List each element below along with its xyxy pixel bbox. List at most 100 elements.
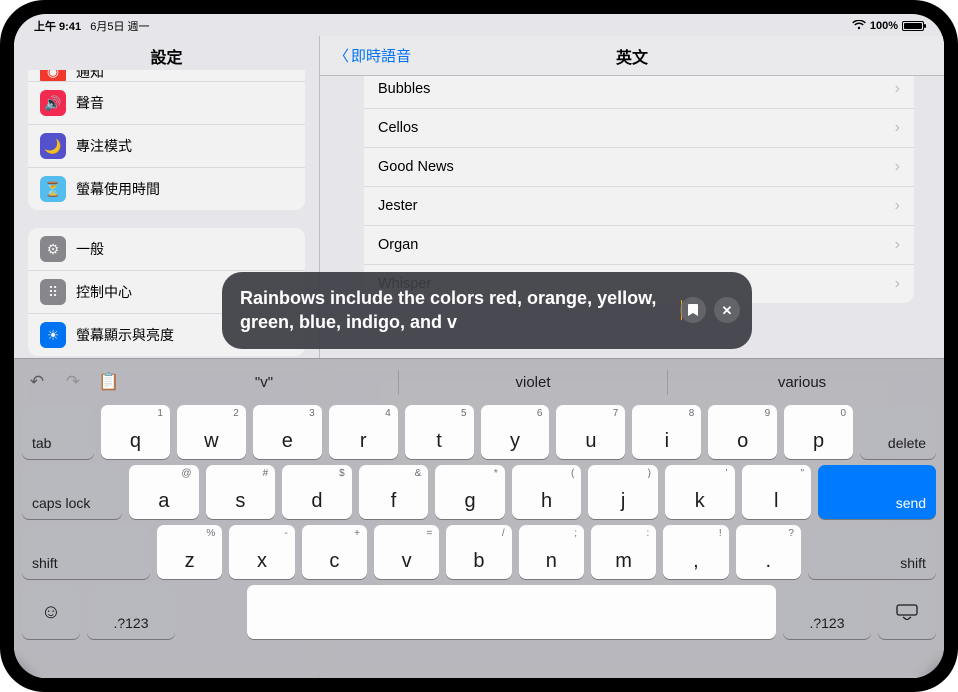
moon-icon: 🌙 [40, 133, 66, 159]
sidebar-item-label: 控制中心 [76, 282, 132, 302]
key-j[interactable]: )j [588, 465, 658, 519]
list-item[interactable]: Jester› [364, 187, 914, 226]
key-alt-label: * [494, 468, 498, 479]
key-b[interactable]: /b [446, 525, 511, 579]
key-n[interactable]: ;n [519, 525, 584, 579]
status-left: 上午 9:41 6月5日 週一 [34, 18, 150, 34]
wifi-icon [852, 20, 866, 33]
key-alt-label: 0 [841, 408, 847, 419]
key-alt-label: 9 [765, 408, 771, 419]
key-main-label: n [546, 550, 557, 573]
send-key[interactable]: send [818, 465, 936, 519]
sidebar-item-label: 螢幕顯示與亮度 [76, 325, 174, 345]
key-main-label: z [185, 550, 195, 573]
shift-key-right[interactable]: shift [808, 525, 936, 579]
hud-actions: ✕ [680, 297, 740, 323]
key-z[interactable]: %z [157, 525, 222, 579]
clipboard-button[interactable]: 📋 [94, 368, 124, 396]
key-main-label: a [158, 490, 169, 513]
key-s[interactable]: #s [206, 465, 276, 519]
key-l[interactable]: "l [742, 465, 812, 519]
key-i[interactable]: 8i [632, 405, 701, 459]
chevron-right-icon: › [895, 275, 900, 293]
suggestion[interactable]: violet [398, 370, 667, 395]
key-q[interactable]: 1q [101, 405, 170, 459]
sidebar-item-label: 聲音 [76, 93, 104, 113]
clear-button[interactable]: ✕ [714, 297, 740, 323]
sidebar-item-sound[interactable]: 🔊 聲音 [28, 82, 305, 125]
key-r[interactable]: 4r [329, 405, 398, 459]
list-item-label: Organ [378, 237, 418, 253]
key-,[interactable]: !, [663, 525, 728, 579]
key-g[interactable]: *g [435, 465, 505, 519]
key-.[interactable]: ?. [736, 525, 801, 579]
redo-button[interactable]: ↷ [58, 368, 88, 396]
key-y[interactable]: 6y [481, 405, 550, 459]
shift-key[interactable]: shift [22, 525, 150, 579]
key-u[interactable]: 7u [556, 405, 625, 459]
key-t[interactable]: 5t [405, 405, 474, 459]
list-item-label: Good News [378, 159, 454, 175]
key-alt-label: 4 [385, 408, 391, 419]
sidebar-item-label: 專注模式 [76, 136, 132, 156]
sidebar-item-general[interactable]: ⚙︎ 一般 [28, 228, 305, 271]
key-row-4: ☺ .?123 .?123 [22, 585, 936, 639]
dismiss-keyboard-key[interactable] [878, 585, 936, 639]
key-f[interactable]: &f [359, 465, 429, 519]
save-phrase-button[interactable] [680, 297, 706, 323]
key-main-label: q [130, 430, 141, 453]
list-item[interactable]: Cellos› [364, 109, 914, 148]
symbols-key-right[interactable]: .?123 [783, 585, 871, 639]
key-m[interactable]: :m [591, 525, 656, 579]
list-item[interactable]: Good News› [364, 148, 914, 187]
list-item[interactable]: Organ› [364, 226, 914, 265]
key-alt-label: ; [574, 528, 577, 539]
chevron-right-icon: › [895, 197, 900, 215]
key-alt-label: 2 [233, 408, 239, 419]
key-a[interactable]: @a [129, 465, 199, 519]
undo-button[interactable]: ↶ [22, 368, 52, 396]
emoji-key[interactable]: ☺ [22, 585, 80, 639]
key-v[interactable]: =v [374, 525, 439, 579]
symbols-key[interactable]: .?123 [87, 585, 175, 639]
key-e[interactable]: 3e [253, 405, 322, 459]
key-main-label: f [391, 490, 397, 513]
sidebar-item-notifications[interactable]: ◉ 通知 [28, 70, 305, 82]
key-x[interactable]: -x [229, 525, 294, 579]
key-alt-label: 6 [537, 408, 543, 419]
tab-key[interactable]: tab [22, 405, 94, 459]
key-k[interactable]: 'k [665, 465, 735, 519]
capslock-key[interactable]: caps lock [22, 465, 122, 519]
sidebar-item-focus[interactable]: 🌙 專注模式 [28, 125, 305, 168]
key-main-label: g [464, 490, 475, 513]
key-w[interactable]: 2w [177, 405, 246, 459]
delete-key[interactable]: delete [860, 405, 936, 459]
key-o[interactable]: 9o [708, 405, 777, 459]
page-title: 英文 [320, 44, 944, 68]
space-key[interactable] [247, 585, 776, 639]
suggestion[interactable]: "v" [130, 370, 398, 395]
suggestion[interactable]: various [667, 370, 936, 395]
live-speech-hud[interactable]: Rainbows include the colors red, orange,… [222, 272, 752, 349]
live-speech-text: Rainbows include the colors red, orange,… [240, 286, 680, 335]
chevron-left-icon: 〈 [334, 45, 349, 66]
key-main-label: s [235, 490, 245, 513]
key-main-label: d [311, 490, 322, 513]
key-main-label: k [695, 490, 705, 513]
brightness-icon: ☀︎ [40, 322, 66, 348]
status-date: 6月5日 週一 [90, 21, 149, 33]
list-item-label: Bubbles [378, 81, 430, 97]
key-alt-label: " [801, 468, 805, 479]
sidebar-item-label: 螢幕使用時間 [76, 179, 160, 199]
back-button[interactable]: 〈 即時語音 [334, 45, 411, 66]
key-p[interactable]: 0p [784, 405, 853, 459]
key-c[interactable]: +c [302, 525, 367, 579]
key-alt-label: 1 [157, 408, 163, 419]
suggestions: "v" violet various [130, 370, 936, 395]
key-d[interactable]: $d [282, 465, 352, 519]
key-main-label: o [737, 430, 748, 453]
key-main-label: h [541, 490, 552, 513]
key-h[interactable]: (h [512, 465, 582, 519]
sidebar-item-screentime[interactable]: ⏳ 螢幕使用時間 [28, 168, 305, 210]
key-main-label: x [257, 550, 267, 573]
